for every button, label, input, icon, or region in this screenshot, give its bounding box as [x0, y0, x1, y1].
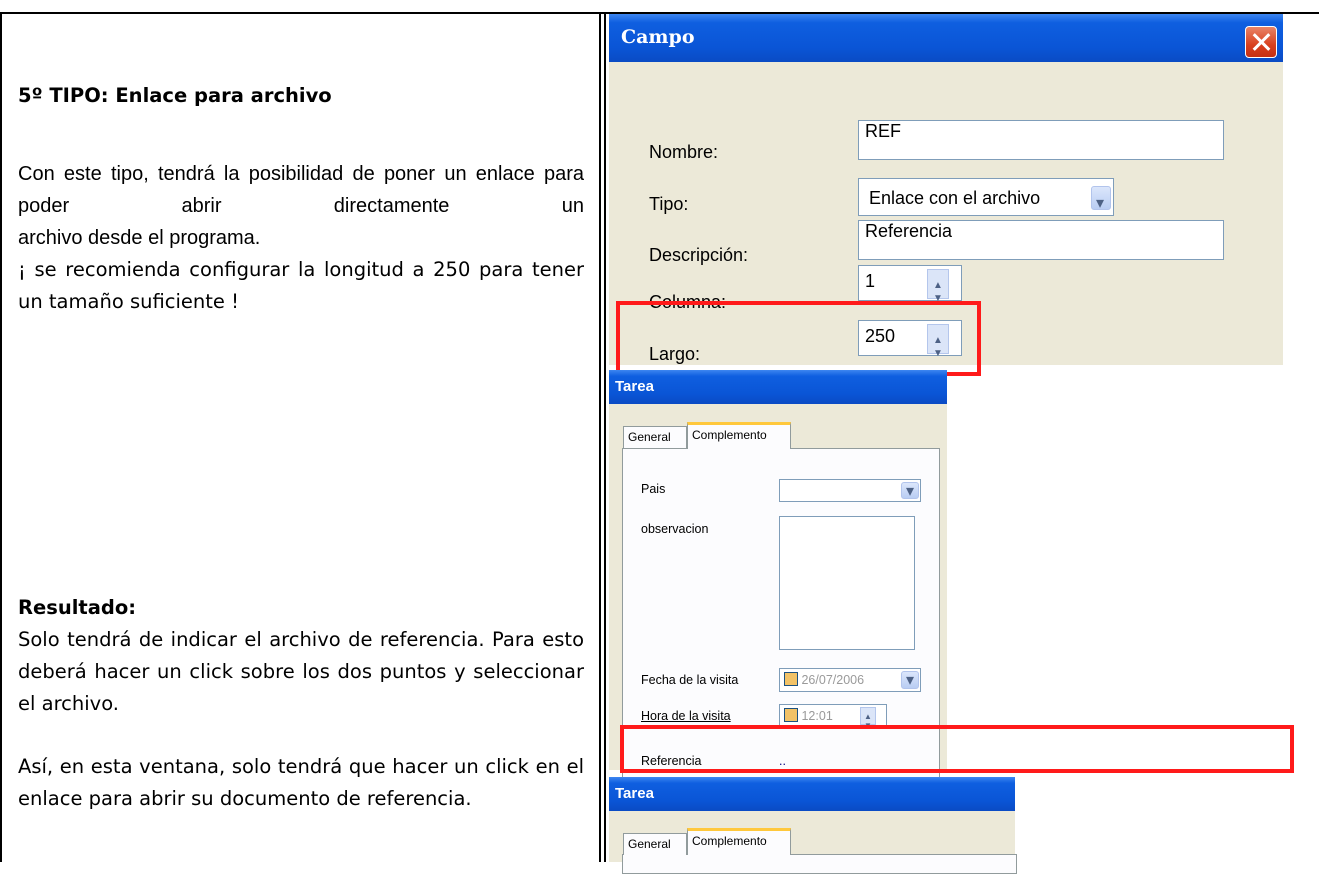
hora-value: 12:01: [801, 709, 833, 723]
intro-line-1: Con este tipo, tendrá la posibilidad de …: [18, 163, 584, 217]
descripcion-input[interactable]: Referencia: [858, 220, 1224, 260]
columna-spin-icon[interactable]: ▲ ▼: [927, 269, 949, 304]
table-column-divider: [599, 12, 601, 862]
tab-general[interactable]: General: [623, 426, 687, 448]
campo-title: Campo: [621, 26, 695, 48]
recommendation-text: ¡ se recomienda configurar la longitud a…: [18, 258, 584, 313]
columna-value: 1: [865, 271, 876, 291]
close-icon[interactable]: [1245, 26, 1277, 58]
fecha-checkbox[interactable]: [784, 672, 798, 686]
nombre-input[interactable]: REF: [858, 120, 1224, 160]
tab-general-2[interactable]: General: [623, 833, 687, 855]
hora-label: Hora de la visita: [641, 709, 731, 723]
complemento-panel-2: [622, 854, 1017, 874]
chevron-down-icon[interactable]: [901, 481, 919, 501]
largo-highlight-box: [616, 301, 981, 376]
tipo-value: Enlace con el archivo: [869, 188, 1041, 208]
intro-line-2: archivo desde el programa.: [18, 227, 261, 249]
result-text: Solo tendrá de indicar el archivo de ref…: [18, 628, 584, 715]
tarea2-title-bar: Tarea: [609, 777, 1015, 811]
observacion-label: observacion: [641, 522, 709, 536]
columna-stepper[interactable]: 1 ▲ ▼: [858, 265, 962, 304]
tab-complemento-2[interactable]: Complemento: [687, 828, 791, 855]
result-heading: Resultado:: [18, 596, 137, 619]
tipo-select[interactable]: Enlace con el archivo: [858, 178, 1114, 223]
campo-title-bar: Campo: [609, 14, 1283, 62]
tarea-dialog: Tarea General Complemento Pais observaci…: [609, 370, 947, 778]
chevron-down-icon[interactable]: [901, 670, 919, 692]
fecha-picker[interactable]: 26/07/2006: [779, 668, 921, 692]
table-column-divider-inner: [604, 12, 606, 862]
final-text: Así, en esta ventana, solo tendrá que ha…: [18, 755, 584, 810]
table-left-border: [0, 12, 2, 862]
tarea-title: Tarea: [615, 378, 654, 395]
hora-checkbox[interactable]: [784, 708, 798, 722]
tarea2-title: Tarea: [615, 785, 654, 802]
observacion-textarea[interactable]: [779, 516, 915, 650]
tipo-label: Tipo:: [649, 194, 689, 214]
section-heading: 5º TIPO: Enlace para archivo: [18, 84, 332, 107]
fecha-label: Fecha de la visita: [641, 673, 739, 687]
pais-label: Pais: [641, 482, 666, 496]
hora-spin-icon[interactable]: ▲ ▼: [860, 707, 876, 730]
descripcion-label: Descripción:: [649, 245, 749, 265]
pais-select[interactable]: [779, 479, 921, 502]
fecha-value: 26/07/2006: [801, 673, 865, 687]
nombre-label: Nombre:: [649, 142, 719, 162]
referencia-highlight-box: [620, 725, 1294, 773]
chevron-down-icon[interactable]: [1091, 185, 1111, 223]
tarea-title-bar: Tarea: [609, 370, 947, 404]
tab-complemento[interactable]: Complemento: [687, 422, 791, 449]
tarea-dialog-2: Tarea General Complemento: [609, 777, 1017, 874]
